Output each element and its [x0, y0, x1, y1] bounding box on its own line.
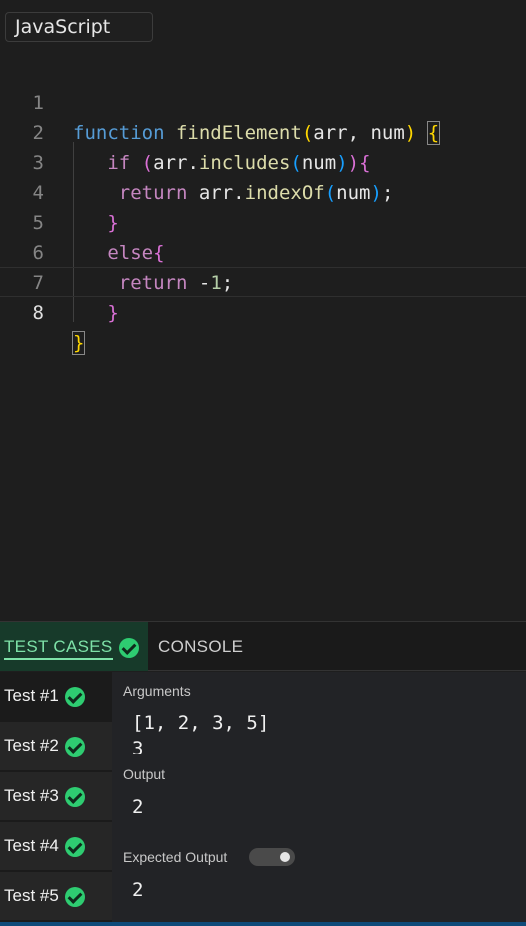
code-text: }: [71, 331, 86, 355]
tab-console[interactable]: CONSOLE: [148, 622, 268, 671]
test-item-4[interactable]: Test #4: [0, 822, 112, 870]
test-label: Test #3: [4, 786, 59, 805]
line-number: 8: [32, 302, 44, 324]
code-editor[interactable]: 1 function findElement(arr, num) { 2 if …: [0, 54, 526, 621]
language-select[interactable]: JavaScript: [5, 12, 153, 42]
check-circle-icon: [64, 686, 85, 707]
code-text: }: [107, 302, 119, 324]
arguments-label: Arguments: [123, 683, 191, 699]
test-cases-panel: Test #1 Test #2 Test #3 Test #4 Test #5 …: [0, 672, 526, 926]
code-line-4[interactable]: 4 }: [0, 148, 526, 234]
tab-test-cases[interactable]: TEST CASES: [0, 622, 148, 671]
bottom-panel-tabs: TEST CASES CONSOLE: [0, 621, 526, 671]
test-details: Arguments [1, 2, 3, 5] 3 Output 2 Expect…: [112, 672, 526, 922]
expected-output-value: 2: [132, 879, 144, 901]
status-strip: [0, 922, 526, 926]
code-line-1[interactable]: 1 function findElement(arr, num) {: [0, 58, 526, 145]
check-circle-icon: [64, 786, 85, 807]
arguments-value-2: 3: [132, 738, 144, 754]
test-label: Test #1: [4, 686, 59, 705]
tab-test-cases-label: TEST CASES: [4, 637, 113, 660]
test-list: Test #1 Test #2 Test #3 Test #4 Test #5: [0, 672, 112, 922]
test-item-3[interactable]: Test #3: [0, 772, 112, 820]
output-value: 2: [132, 796, 144, 818]
test-label: Test #2: [4, 736, 59, 755]
arguments-value: [1, 2, 3, 5]: [132, 712, 270, 734]
check-circle-icon: [64, 736, 85, 757]
test-item-1[interactable]: Test #1: [0, 672, 112, 720]
code-line-3[interactable]: 3 return arr.indexOf(num);: [0, 118, 526, 204]
code-line-8[interactable]: 8 }: [0, 267, 526, 355]
check-circle-icon: [64, 836, 85, 857]
expected-output-label: Expected Output: [123, 849, 228, 865]
test-item-5[interactable]: Test #5: [0, 872, 112, 920]
code-line-6[interactable]: 6 return -1;: [0, 208, 526, 294]
test-label: Test #4: [4, 836, 59, 855]
check-circle-icon: [118, 637, 139, 658]
editor-toolbar: JavaScript: [0, 0, 526, 54]
code-line-7[interactable]: 7 }: [0, 238, 526, 324]
tab-console-label: CONSOLE: [158, 637, 244, 656]
code-line-5[interactable]: 5 else{: [0, 178, 526, 264]
test-label: Test #5: [4, 886, 59, 905]
output-label: Output: [123, 766, 166, 782]
test-item-2[interactable]: Test #2: [0, 722, 112, 770]
check-circle-icon: [64, 886, 85, 907]
expected-output-toggle[interactable]: [249, 848, 295, 866]
code-line-2[interactable]: 2 if (arr.includes(num)){: [0, 88, 526, 174]
